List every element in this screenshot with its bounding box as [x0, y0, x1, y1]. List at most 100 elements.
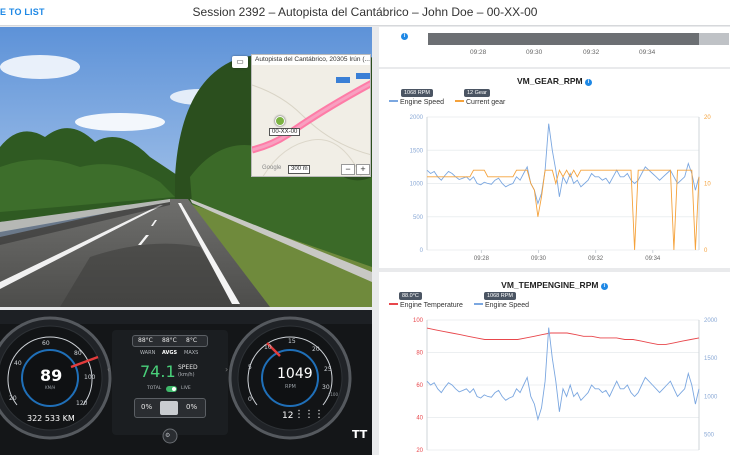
y-right-tick-label: 500: [704, 433, 715, 439]
y-left-tick-label: 60: [416, 383, 423, 389]
temp-rpm-plot[interactable]: 20 40 60 80 100 500 1000 1500 2000: [379, 310, 730, 455]
y-left-tick-label: 500: [413, 215, 424, 221]
engine-speed-badge: 1068 RPM: [401, 89, 433, 97]
y-right-tick-label: 1500: [704, 356, 718, 362]
map-scale: 300 m: [288, 165, 310, 174]
speed-tick-120: 120: [76, 400, 88, 407]
temp-3: 8°C: [186, 337, 198, 344]
y-right-tick-label: 10: [704, 182, 711, 188]
gear-rpm-plot[interactable]: 0 500 1000 1500 2000 0 10 20 09:28 09:30 09:32 09:3…: [379, 107, 730, 267]
y-left-tick-label: 80: [416, 351, 423, 357]
x-tick-label: 09:28: [474, 256, 490, 262]
speed-tick-40: 40: [14, 360, 22, 367]
session-timeline[interactable]: i 09:28 09:30 09:32 09:34: [379, 27, 730, 67]
rpm-tick-15: 15: [288, 338, 296, 345]
gear-rpm-chart-card: VM_GEAR_RPM i 1068 RPM 12 Gear Engine Sp…: [379, 69, 730, 268]
x-tick-label: 09:32: [588, 256, 604, 262]
vehicle-marker-label: 00-XX-00: [269, 128, 301, 136]
gear-value: 12: [282, 411, 294, 421]
avg-speed-value: 74.1: [140, 362, 176, 381]
y-right-tick-label: 2000: [704, 318, 718, 324]
speed-value: 89: [40, 366, 63, 385]
next-arrow-icon[interactable]: ›: [225, 365, 228, 374]
series-line-engine-speed: [426, 327, 700, 422]
timeline-track[interactable]: [428, 33, 699, 45]
series-line-engine-speed: [426, 123, 700, 206]
timeline-tick-label: 09:28: [470, 49, 487, 56]
odometer: 322 533 KM: [27, 414, 75, 423]
legend-engine-speed[interactable]: Engine Speed: [389, 99, 444, 106]
vehicle-dashboard: 20 40 60 80 100 120 89 KM/H 322 533 KM 8…: [0, 310, 372, 455]
label-avgs: AVGS: [162, 350, 178, 356]
series-line-engine-temperature: [426, 327, 700, 345]
pedal-icon: [160, 401, 178, 415]
speed-tick-20: 20: [9, 395, 17, 402]
rpm-tick-10: 10: [264, 344, 272, 351]
timeline-tick-label: 09:30: [526, 49, 543, 56]
timeline-info-icon[interactable]: i: [401, 33, 408, 40]
label-maxs: MAXS: [184, 350, 199, 356]
chart-title: VM_TEMPENGINE_RPM i: [379, 280, 730, 290]
y-left-tick-label: 1000: [410, 182, 424, 188]
timeline-tick-label: 09:32: [583, 49, 600, 56]
rpm-tick-25: 25: [324, 366, 332, 373]
zoom-out-button[interactable]: −: [341, 164, 355, 175]
total-label: TOTAL: [147, 386, 162, 391]
speed-tick-100: 100: [84, 374, 96, 381]
pedal-right-pct: 0%: [186, 403, 198, 411]
series-line-current-gear: [427, 169, 700, 251]
legend-engine-temperature[interactable]: Engine Temperature: [389, 302, 463, 309]
zoom-in-button[interactable]: +: [356, 164, 370, 175]
x-tick-label: 09:30: [531, 256, 547, 262]
legend-engine-speed[interactable]: Engine Speed: [474, 302, 529, 309]
timeline-tick-label: 09:34: [639, 49, 656, 56]
rpm-multiplier: x100: [328, 392, 339, 397]
rpm-gauge: 0 5 10 15 20 25 30 x100 1049 RPM 12 ⋮⋮⋮: [238, 310, 348, 455]
page-title: Session 2392 – Autopista del Cantábrico …: [192, 5, 538, 19]
x-tick-label: 09:34: [645, 256, 661, 262]
live-toggle[interactable]: [166, 386, 177, 392]
temp-2: 88°C: [162, 337, 177, 344]
legend-label: Engine Temperature: [400, 302, 463, 309]
speed-unit: KM/H: [45, 385, 56, 390]
y-right-tick-label: 20: [704, 115, 711, 121]
rpm-value: 1049: [277, 366, 313, 382]
legend-label: Current gear: [466, 99, 506, 106]
rpm-tick-5: 5: [248, 364, 252, 371]
avg-speed-label: SPEED: [178, 364, 198, 371]
y-left-tick-label: 40: [416, 416, 423, 422]
street-view-toggle-button[interactable]: ▭: [232, 56, 248, 68]
chart-info-icon[interactable]: i: [585, 79, 593, 86]
legend-label: Engine Speed: [485, 302, 529, 309]
speed-tick-80: 80: [74, 350, 82, 357]
street-view-panel[interactable]: ▭ Autopista del Cantábrico, 20305 Irún (…: [0, 27, 372, 307]
live-label: LIVE: [181, 386, 191, 391]
chart-info-icon[interactable]: i: [600, 283, 608, 290]
chart-title-text: VM_TEMPENGINE_RPM: [501, 280, 599, 290]
y-right-tick-label: 0: [704, 248, 708, 254]
legend-current-gear[interactable]: Current gear: [455, 99, 505, 106]
temp-rpm-chart-card: VM_TEMPENGINE_RPM i 88.0°C 1068 RPM Engi…: [379, 272, 730, 455]
brand-logo: TT: [352, 428, 368, 441]
rpm-tick-30: 30: [322, 384, 330, 391]
engine-speed-badge: 1068 RPM: [484, 292, 516, 300]
speed-tick-60: 60: [42, 340, 50, 347]
y-right-tick-label: 1000: [704, 394, 718, 400]
chart-title-text: VM_GEAR_RPM: [516, 76, 583, 86]
legend-label: Engine Speed: [400, 99, 444, 106]
prev-arrow-icon[interactable]: ‹: [107, 365, 110, 374]
rpm-unit: RPM: [285, 384, 296, 390]
speed-gauge: 20 40 60 80 100 120 89 KM/H 322 533 KM: [0, 310, 100, 455]
y-left-tick-label: 20: [416, 448, 423, 454]
y-left-tick-label: 1500: [410, 148, 424, 154]
rpm-tick-20: 20: [312, 346, 320, 353]
rpm-tick-0: 0: [248, 396, 252, 403]
chart-title: VM_GEAR_RPM i: [379, 76, 730, 86]
session-view: E TO LIST Session 2392 – Autopista del C…: [0, 0, 730, 455]
temperature-badge: 88.0°C: [399, 292, 422, 300]
vehicle-marker-icon[interactable]: [275, 116, 285, 126]
pedal-left-pct: 0%: [141, 403, 153, 411]
mini-map[interactable]: Autopista del Cantábrico, 20305 Irún (..…: [251, 54, 371, 177]
gear-badge: 12 Gear: [464, 89, 490, 97]
map-attribution: Google: [262, 165, 282, 171]
